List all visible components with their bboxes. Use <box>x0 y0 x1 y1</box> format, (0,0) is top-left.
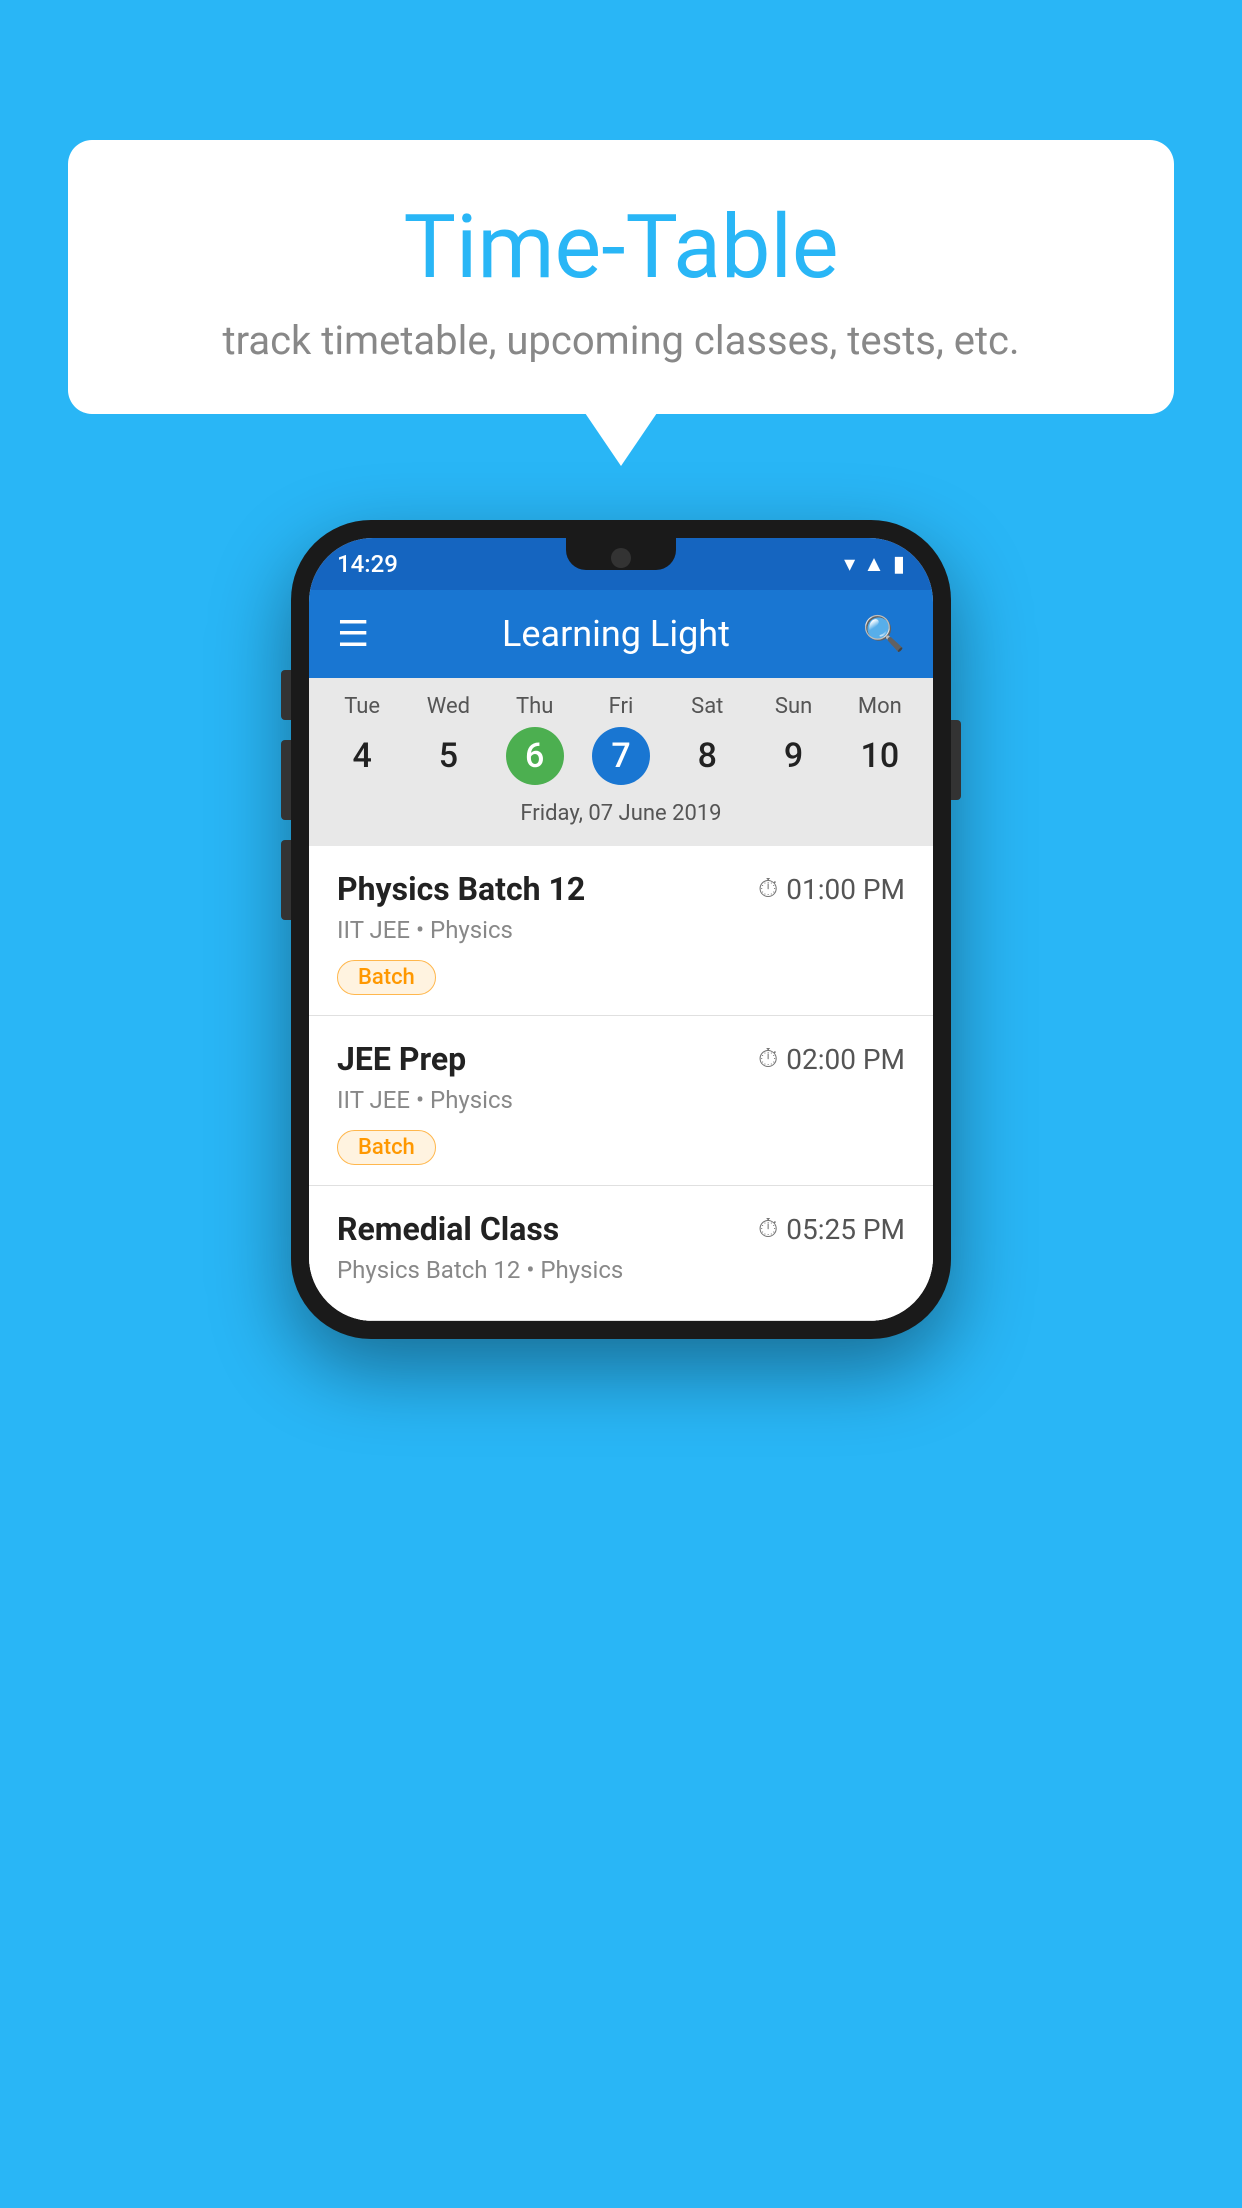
schedule-item-time: ⏱02:00 PM <box>758 1043 905 1076</box>
signal-icon: ▲ <box>863 551 885 577</box>
schedule-item[interactable]: JEE Prep ⏱02:00 PM IIT JEE • Physics Batch <box>309 1016 933 1186</box>
calendar-strip: Tue 4 Wed 5 Thu 6 Fri 7 Sat 8 Sun 9 Mon 10 Friday, 07… <box>309 678 933 846</box>
phone-volume-down-button <box>281 740 291 820</box>
day-col-thu[interactable]: Thu 6 <box>497 694 573 785</box>
phone-mockup: 14:29 ▾ ▲ ▮ ☰ Learning Light 🔍 Tue4Wed5T… <box>291 520 951 1339</box>
schedule-item-time: ⏱05:25 PM <box>758 1213 905 1246</box>
schedule-item-name: JEE Prep <box>337 1040 466 1078</box>
content-area: Physics Batch 12 ⏱01:00 PM IIT JEE • Physi… <box>309 846 933 1321</box>
phone-outer: 14:29 ▾ ▲ ▮ ☰ Learning Light 🔍 Tue4Wed5T… <box>291 520 951 1339</box>
day-number[interactable]: 9 <box>765 727 823 785</box>
day-name: Fri <box>609 694 634 719</box>
batch-tag: Batch <box>337 1130 436 1165</box>
speech-bubble: Time-Table track timetable, upcoming cla… <box>68 140 1174 414</box>
schedule-item-meta: IIT JEE • Physics <box>337 1086 905 1114</box>
day-col-tue[interactable]: Tue 4 <box>324 694 400 785</box>
day-col-wed[interactable]: Wed 5 <box>410 694 486 785</box>
selected-date: Friday, 07 June 2019 <box>309 793 933 838</box>
schedule-item-time: ⏱01:00 PM <box>758 873 905 906</box>
day-number[interactable]: 6 <box>506 727 564 785</box>
app-title: Learning Light <box>393 613 838 655</box>
bubble-title: Time-Table <box>108 200 1134 297</box>
day-number[interactable]: 5 <box>419 727 477 785</box>
schedule-item-header: Physics Batch 12 ⏱01:00 PM <box>337 870 905 908</box>
clock-icon: ⏱ <box>758 1044 778 1075</box>
day-name: Mon <box>858 694 902 719</box>
status-icons: ▾ ▲ ▮ <box>844 551 905 577</box>
day-name: Tue <box>344 694 380 719</box>
days-row: Tue 4 Wed 5 Thu 6 Fri 7 Sat 8 Sun 9 Mon 10 <box>309 694 933 785</box>
phone-camera <box>611 548 631 568</box>
day-name: Wed <box>427 694 470 719</box>
day-name: Thu <box>516 694 553 719</box>
speech-bubble-container: Time-Table track timetable, upcoming cla… <box>68 140 1174 414</box>
phone-volume-up-button <box>281 670 291 720</box>
day-number[interactable]: 8 <box>678 727 736 785</box>
bubble-subtitle: track timetable, upcoming classes, tests… <box>108 317 1134 364</box>
phone-screen: 14:29 ▾ ▲ ▮ ☰ Learning Light 🔍 Tue4Wed5T… <box>309 538 933 1321</box>
schedule-item-header: Remedial Class ⏱05:25 PM <box>337 1210 905 1248</box>
day-name: Sat <box>691 694 723 719</box>
schedule-item-name: Physics Batch 12 <box>337 870 585 908</box>
clock-icon: ⏱ <box>758 874 778 905</box>
schedule-item-name: Remedial Class <box>337 1210 559 1248</box>
phone-power-button <box>951 720 961 800</box>
day-number[interactable]: 4 <box>333 727 391 785</box>
schedule-item[interactable]: Physics Batch 12 ⏱01:00 PM IIT JEE • Physi… <box>309 846 933 1016</box>
day-number[interactable]: 7 <box>592 727 650 785</box>
day-col-sun[interactable]: Sun 9 <box>756 694 832 785</box>
status-time: 14:29 <box>337 550 398 578</box>
battery-icon: ▮ <box>893 552 905 577</box>
phone-silent-button <box>281 840 291 920</box>
schedule-item[interactable]: Remedial Class ⏱05:25 PM Physics Batch 12 … <box>309 1186 933 1321</box>
day-col-sat[interactable]: Sat 8 <box>669 694 745 785</box>
app-bar: ☰ Learning Light 🔍 <box>309 590 933 678</box>
day-number[interactable]: 10 <box>851 727 909 785</box>
clock-icon: ⏱ <box>758 1214 778 1245</box>
wifi-icon: ▾ <box>844 552 855 577</box>
day-col-mon[interactable]: Mon 10 <box>842 694 918 785</box>
day-name: Sun <box>775 694 812 719</box>
batch-tag: Batch <box>337 960 436 995</box>
day-col-fri[interactable]: Fri 7 <box>583 694 659 785</box>
schedule-item-meta: Physics Batch 12 • Physics <box>337 1256 905 1284</box>
schedule-item-meta: IIT JEE • Physics <box>337 916 905 944</box>
schedule-item-header: JEE Prep ⏱02:00 PM <box>337 1040 905 1078</box>
search-icon[interactable]: 🔍 <box>863 614 905 654</box>
menu-icon[interactable]: ☰ <box>337 616 369 652</box>
